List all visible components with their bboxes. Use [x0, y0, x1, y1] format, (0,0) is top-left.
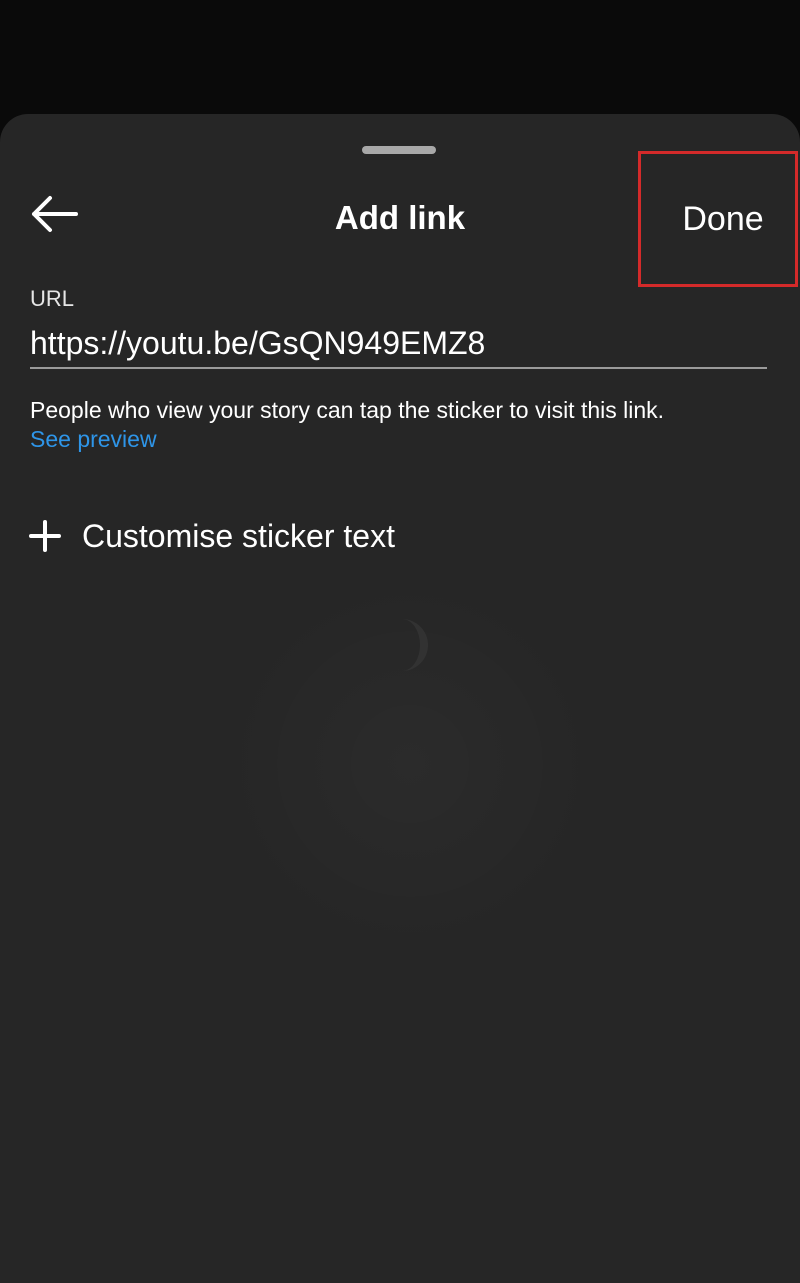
url-label: URL [30, 286, 75, 311]
see-preview-link[interactable]: See preview [30, 425, 157, 453]
customise-sticker-text-label: Customise sticker text [82, 518, 395, 554]
drag-handle[interactable] [362, 146, 436, 154]
helper-text: People who view your story can tap the s… [30, 397, 665, 423]
url-input[interactable] [30, 319, 767, 369]
done-button[interactable]: Done [638, 151, 798, 287]
customise-sticker-text-button[interactable]: Customise sticker text [28, 516, 395, 556]
add-link-sheet: Add link Done URL People who view your s… [0, 114, 800, 1283]
plus-icon [29, 520, 61, 552]
